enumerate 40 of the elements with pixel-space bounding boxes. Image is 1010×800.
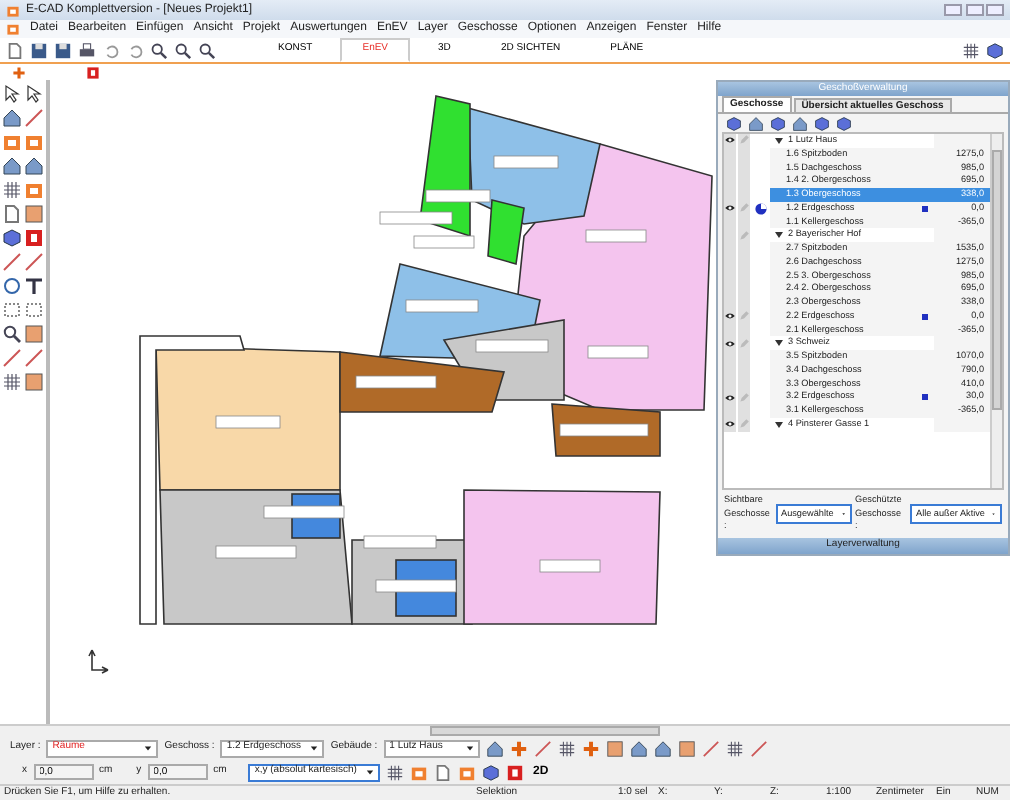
line-icon[interactable] (533, 739, 552, 757)
line-icon[interactable] (2, 348, 22, 368)
save-icon[interactable] (30, 41, 48, 59)
plus-icon[interactable] (581, 739, 600, 757)
save-icon[interactable] (54, 41, 72, 59)
line-icon[interactable] (24, 252, 44, 272)
caret-icon (465, 744, 474, 752)
scrollbar[interactable] (0, 724, 1010, 736)
circle-icon[interactable] (2, 276, 22, 296)
grid-icon[interactable] (386, 763, 405, 781)
scrollbar[interactable] (990, 134, 1002, 488)
line-icon[interactable] (2, 252, 22, 272)
grid-icon[interactable] (2, 180, 22, 200)
new-file-icon[interactable] (2, 204, 22, 224)
line-icon[interactable] (701, 739, 720, 757)
collapse-icon[interactable] (774, 230, 784, 241)
zoom-icon[interactable] (198, 41, 216, 59)
line-icon[interactable] (24, 108, 44, 128)
zoom-icon[interactable] (150, 41, 168, 59)
grid-icon[interactable] (2, 372, 22, 392)
grid-icon[interactable] (962, 41, 980, 59)
line-icon[interactable] (749, 739, 768, 757)
plus-icon[interactable] (12, 65, 26, 79)
grid-icon[interactable] (725, 739, 744, 757)
collapse-icon[interactable] (774, 419, 784, 430)
collapse-icon[interactable] (774, 135, 784, 146)
grid-icon[interactable] (557, 739, 576, 757)
caret-icon (144, 744, 153, 752)
collapse-icon[interactable] (774, 338, 784, 349)
line-icon[interactable] (24, 348, 44, 368)
printer-icon[interactable] (78, 41, 96, 59)
zoom-icon[interactable] (2, 324, 22, 344)
text-tool-icon[interactable] (24, 276, 44, 296)
caret-icon (366, 768, 375, 776)
zoom-icon[interactable] (174, 41, 192, 59)
axis-icon (88, 649, 109, 674)
new-file-icon[interactable] (434, 763, 453, 781)
plus-icon[interactable] (509, 739, 528, 757)
caret-icon (310, 744, 319, 752)
house-icon[interactable] (2, 108, 22, 128)
